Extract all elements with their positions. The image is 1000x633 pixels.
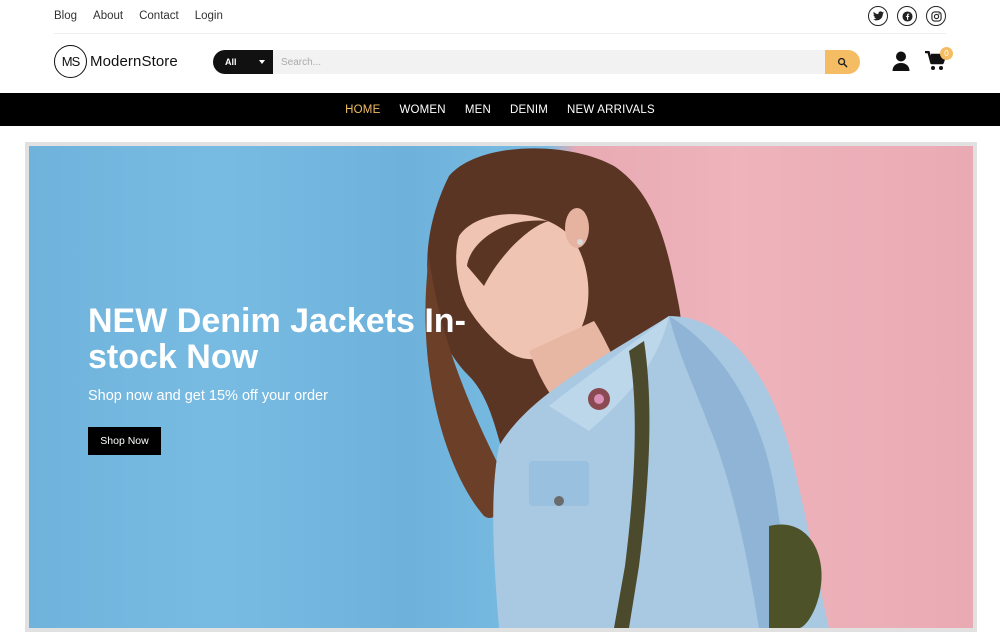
nav-item-home[interactable]: HOME xyxy=(345,104,380,116)
hero-banner: NEW Denim Jackets In-stock Now Shop now … xyxy=(29,146,973,628)
main-nav: HOME WOMEN MEN DENIM NEW ARRIVALS xyxy=(0,93,1000,126)
shop-now-button[interactable]: Shop Now xyxy=(88,427,161,455)
search-category-select[interactable]: All xyxy=(213,50,273,74)
social-links xyxy=(868,6,946,26)
search-bar: All xyxy=(213,50,860,74)
logo-mark: MS xyxy=(54,45,87,78)
user-icon xyxy=(892,51,910,71)
nav-item-women[interactable]: WOMEN xyxy=(399,104,445,116)
logo-name: ModernStore xyxy=(90,53,178,70)
top-links: Blog About Contact Login xyxy=(54,10,223,22)
login-link[interactable]: Login xyxy=(195,10,223,22)
chevron-down-icon xyxy=(259,60,265,64)
facebook-icon[interactable] xyxy=(897,6,917,26)
about-link[interactable]: About xyxy=(93,10,123,22)
store-logo[interactable]: MS ModernStore xyxy=(54,45,178,78)
search-icon xyxy=(837,57,848,67)
cart-count-badge: 0 xyxy=(940,47,953,60)
twitter-icon[interactable] xyxy=(868,6,888,26)
contact-link[interactable]: Contact xyxy=(139,10,179,22)
search-category-label: All xyxy=(225,57,237,67)
nav-item-denim[interactable]: DENIM xyxy=(510,104,548,116)
hero-title: NEW Denim Jackets In-stock Now xyxy=(88,302,466,376)
hero-subtitle: Shop now and get 15% off your order xyxy=(88,388,328,404)
nav-item-men[interactable]: MEN xyxy=(465,104,491,116)
search-input[interactable] xyxy=(273,50,825,74)
top-bar: Blog About Contact Login xyxy=(0,0,1000,34)
account-button[interactable] xyxy=(891,51,911,71)
nav-item-new-arrivals[interactable]: NEW ARRIVALS xyxy=(567,104,655,116)
top-divider xyxy=(54,33,946,34)
blog-link[interactable]: Blog xyxy=(54,10,77,22)
hero-model-image xyxy=(425,148,829,628)
instagram-icon[interactable] xyxy=(926,6,946,26)
search-button[interactable] xyxy=(825,50,860,74)
